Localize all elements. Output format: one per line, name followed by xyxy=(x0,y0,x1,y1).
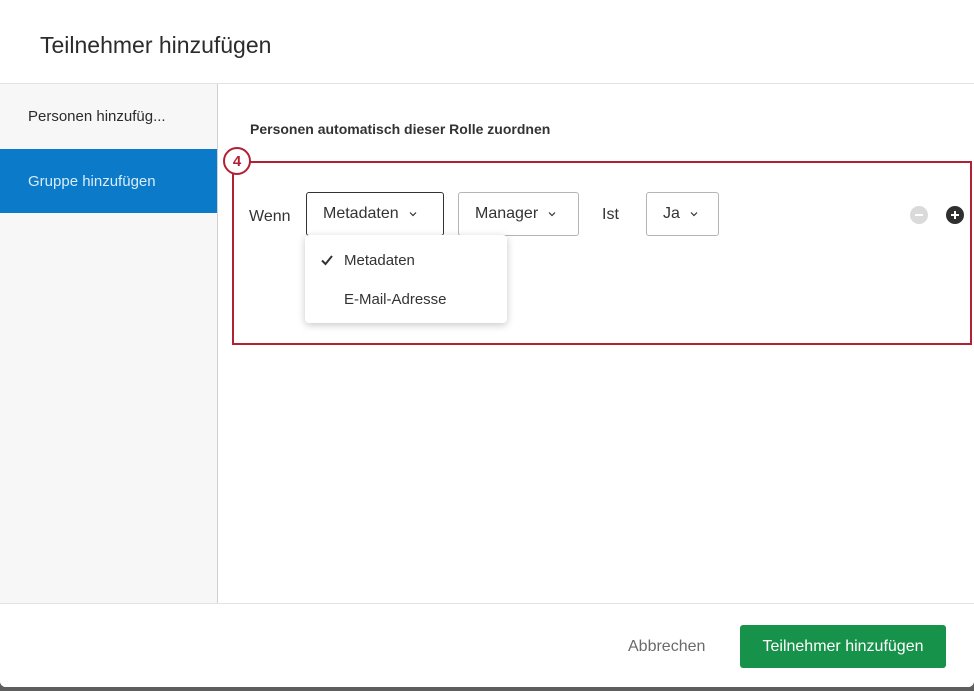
checkmark-icon xyxy=(321,255,333,266)
minus-circle-icon xyxy=(915,214,923,216)
sidebar-item-add-persons[interactable]: Personen hinzufüg... xyxy=(0,84,217,148)
sidebar-item-label: Personen hinzufüg... xyxy=(28,107,166,125)
sidebar-item-add-group[interactable]: Gruppe hinzufügen xyxy=(0,149,217,213)
chevron-down-icon xyxy=(548,212,556,217)
field-select[interactable]: Metadaten xyxy=(306,192,444,236)
dropdown-option-metadata[interactable]: Metadaten xyxy=(305,242,507,278)
operator-label: Ist xyxy=(602,206,619,223)
section-heading: Personen automatisch dieser Rolle zuordn… xyxy=(250,121,551,137)
answer-select[interactable]: Ja xyxy=(646,192,719,236)
chevron-down-icon xyxy=(690,212,698,217)
dialog-header: Teilnehmer hinzufügen xyxy=(0,0,974,84)
value-select-value: Manager xyxy=(475,205,539,222)
dialog-footer: Abbrechen Teilnehmer hinzufügen xyxy=(0,603,974,687)
dropdown-option-label: E-Mail-Adresse xyxy=(344,290,447,308)
condition-if-label: Wenn xyxy=(249,208,291,225)
cancel-button[interactable]: Abbrechen xyxy=(614,626,719,668)
dropdown-option-label: Metadaten xyxy=(344,251,415,269)
step-badge: 4 xyxy=(223,147,251,175)
remove-condition-button[interactable] xyxy=(910,206,928,224)
sidebar-item-label: Gruppe hinzufügen xyxy=(28,172,156,190)
answer-select-value: Ja xyxy=(663,205,680,222)
value-select[interactable]: Manager xyxy=(458,192,579,236)
dropdown-option-email[interactable]: E-Mail-Adresse xyxy=(305,281,507,317)
dialog-title: Teilnehmer hinzufügen xyxy=(40,32,272,58)
field-select-value: Metadaten xyxy=(323,205,399,222)
field-dropdown-menu: Metadaten E-Mail-Adresse xyxy=(305,235,507,323)
add-condition-button[interactable] xyxy=(946,206,964,224)
main-panel: Personen automatisch dieser Rolle zuordn… xyxy=(218,84,974,603)
sidebar: Personen hinzufüg... Gruppe hinzufügen xyxy=(0,84,218,603)
add-participants-dialog: Teilnehmer hinzufügen Personen hinzufüg.… xyxy=(0,0,974,687)
add-participants-button[interactable]: Teilnehmer hinzufügen xyxy=(740,625,946,668)
plus-circle-icon xyxy=(951,211,959,219)
chevron-down-icon xyxy=(409,212,417,217)
